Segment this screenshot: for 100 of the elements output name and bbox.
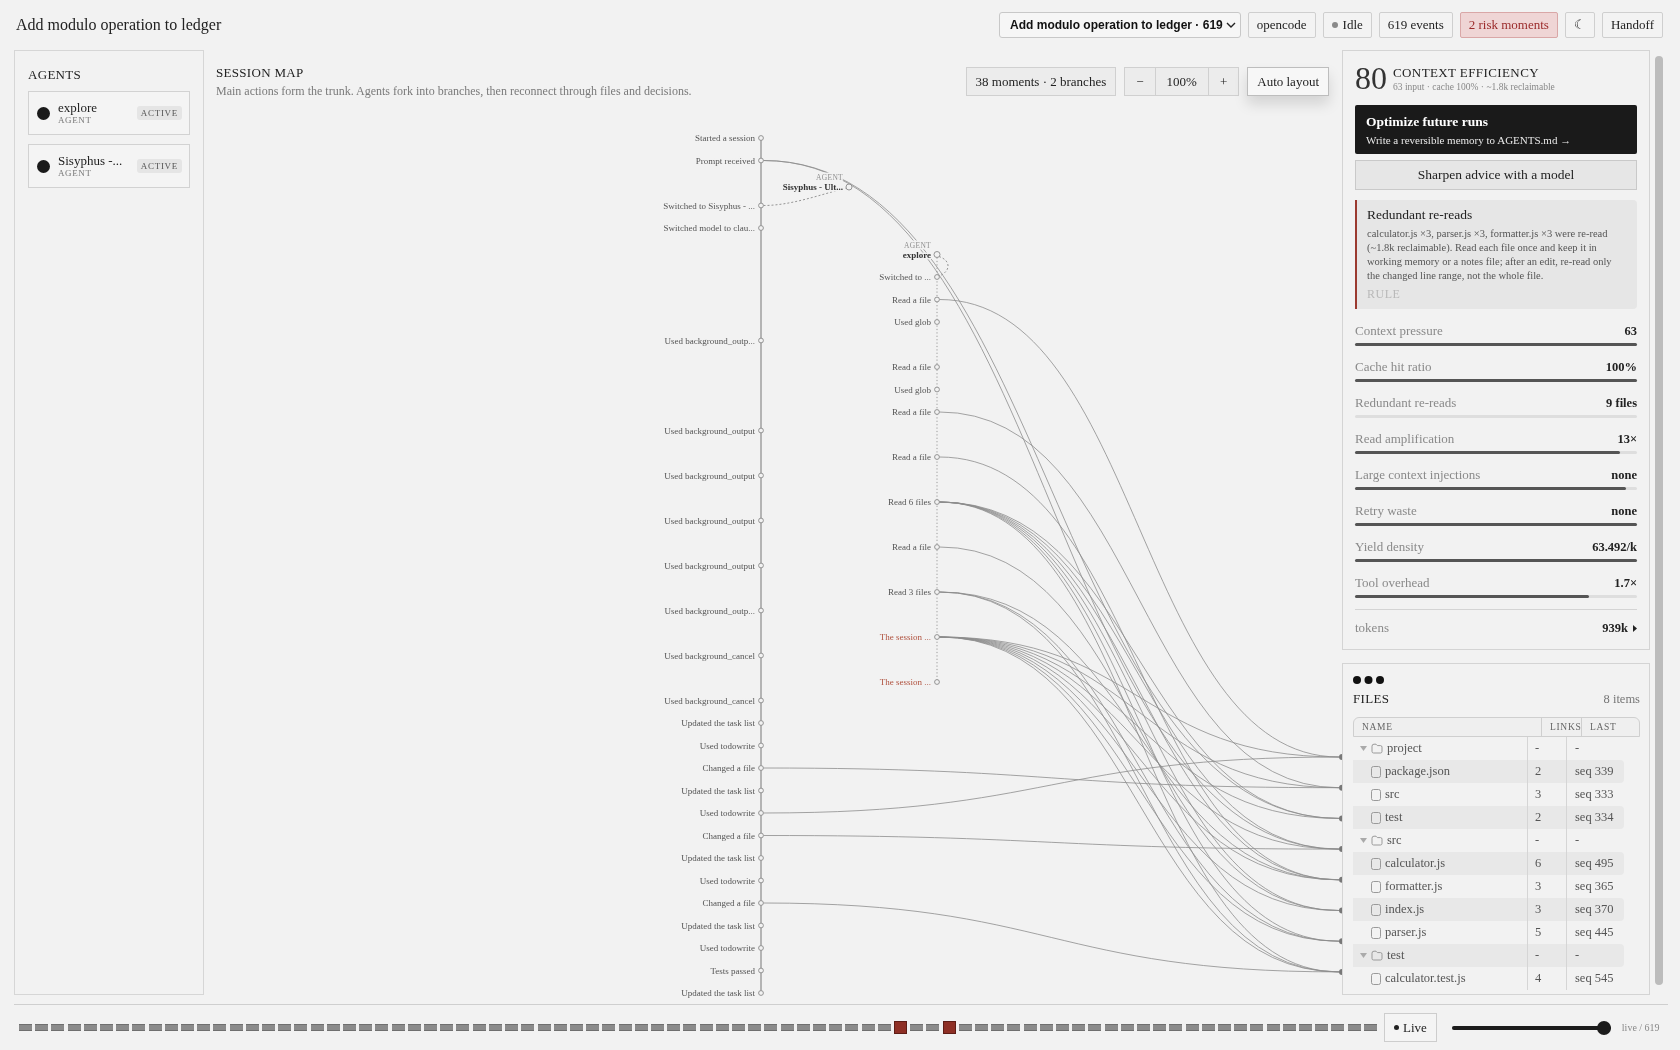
timeline-segment[interactable] [488, 1024, 502, 1031]
node-ring-icon[interactable] [758, 427, 764, 434]
timeline-segment[interactable] [586, 1024, 600, 1031]
timeline-segment[interactable] [1347, 1024, 1361, 1031]
timeline-segment[interactable] [245, 1024, 259, 1031]
timeline-segment[interactable] [1185, 1024, 1199, 1031]
timeline-segment[interactable] [51, 1024, 65, 1031]
session-select[interactable]: Add modulo operation to ledger · 619 [999, 12, 1241, 38]
timeline-segment[interactable] [294, 1024, 308, 1031]
timeline-segment[interactable] [213, 1024, 227, 1031]
toolbar-button[interactable]: ☾ [1564, 12, 1595, 38]
timeline-segment[interactable] [699, 1024, 713, 1031]
timeline-segment[interactable] [310, 1024, 324, 1031]
link-port-icon[interactable] [1339, 876, 1342, 883]
timeline-segment[interactable] [602, 1024, 616, 1031]
timeline-segment[interactable] [116, 1024, 130, 1031]
node-ring-icon[interactable] [758, 855, 764, 861]
file-name[interactable]: parser.js [1385, 925, 1427, 940]
timeline-segment[interactable] [845, 1024, 859, 1031]
timeline-segment[interactable] [1201, 1024, 1215, 1031]
link-port-icon[interactable] [1339, 968, 1342, 975]
link-port-icon[interactable] [1339, 938, 1342, 945]
timeline-segment[interactable] [35, 1024, 49, 1031]
timeline-segment[interactable] [1363, 1024, 1377, 1031]
timeline-segment[interactable] [1250, 1024, 1264, 1031]
timeline-segment[interactable] [861, 1024, 875, 1031]
file-name[interactable]: package.json [1385, 764, 1450, 779]
slider-thumb[interactable] [1596, 1020, 1611, 1035]
node-ring-icon[interactable] [758, 967, 764, 974]
caret-right-icon[interactable] [1633, 624, 1637, 632]
timeline-segment[interactable] [1331, 1024, 1345, 1031]
timeline-segment[interactable] [553, 1024, 567, 1031]
more-dots-icon[interactable] [1353, 676, 1384, 684]
agent-card[interactable]: Sisyphus -... AGENT ACTIVE [28, 144, 190, 188]
timeline-segment[interactable] [958, 1024, 972, 1031]
timeline-segment[interactable] [650, 1024, 664, 1031]
risk-moment-marker[interactable] [942, 1021, 956, 1034]
timeline-segment[interactable] [407, 1024, 421, 1031]
timeline-segment[interactable] [424, 1024, 438, 1031]
timeline-segment[interactable] [1153, 1024, 1167, 1031]
sharpen-advice-button[interactable]: Sharpen advice with a model [1355, 160, 1637, 190]
zoom-in-button[interactable]: + [1208, 67, 1240, 96]
timeline-segment[interactable] [1072, 1024, 1086, 1031]
toolbar-button[interactable]: 619 events [1378, 12, 1453, 38]
column-header[interactable]: LAST [1590, 722, 1617, 732]
node-ring-icon[interactable] [933, 251, 941, 258]
node-ring-icon[interactable] [758, 945, 764, 951]
node-ring-icon[interactable] [845, 183, 853, 191]
timeline-segment[interactable] [505, 1024, 519, 1031]
timeline-segment[interactable] [181, 1024, 195, 1031]
timeline-segment[interactable] [472, 1024, 486, 1031]
timeline-segment[interactable] [148, 1024, 162, 1031]
node-ring-icon[interactable] [758, 652, 764, 659]
node-ring-icon[interactable] [758, 202, 764, 209]
node-ring-icon[interactable] [758, 607, 764, 614]
node-ring-icon[interactable] [758, 990, 764, 996]
timeline-segment[interactable] [391, 1024, 405, 1031]
timeline-segment[interactable] [83, 1024, 97, 1031]
node-ring-icon[interactable] [758, 787, 764, 794]
file-name[interactable]: calculator.test.js [1385, 971, 1466, 986]
timeline-segment[interactable] [829, 1024, 843, 1031]
timeline-segment[interactable] [456, 1024, 470, 1031]
link-port-icon[interactable] [1339, 815, 1342, 822]
node-ring-icon[interactable] [758, 922, 764, 929]
node-ring-icon[interactable] [758, 517, 764, 524]
column-header[interactable]: LINKS [1550, 722, 1582, 732]
node-ring-icon[interactable] [758, 337, 764, 344]
file-name[interactable]: test [1387, 948, 1405, 963]
scrollbar[interactable] [1655, 56, 1663, 985]
timeline-segment[interactable] [164, 1024, 178, 1031]
timeline-segment[interactable] [1169, 1024, 1183, 1031]
node-ring-icon[interactable] [758, 697, 764, 704]
timeline-segment[interactable] [715, 1024, 729, 1031]
timeline-segment[interactable] [1120, 1024, 1134, 1031]
timeline-segment[interactable] [780, 1024, 794, 1031]
node-ring-icon[interactable] [934, 319, 940, 325]
node-ring-icon[interactable] [934, 364, 940, 370]
node-ring-icon[interactable] [758, 765, 764, 771]
node-ring-icon[interactable] [934, 589, 940, 595]
timeline-segment[interactable] [1299, 1024, 1313, 1031]
node-ring-icon[interactable] [758, 742, 764, 749]
node-ring-icon[interactable] [758, 472, 764, 479]
file-name[interactable]: index.js [1385, 902, 1425, 917]
timeline-segment[interactable] [359, 1024, 373, 1031]
timeline-segment[interactable] [991, 1024, 1005, 1031]
file-name[interactable]: test [1385, 810, 1403, 825]
node-ring-icon[interactable] [758, 135, 764, 141]
node-ring-icon[interactable] [758, 225, 764, 231]
timeline-segment[interactable] [1104, 1024, 1118, 1031]
timeline-segment[interactable] [569, 1024, 583, 1031]
timeline-segment[interactable] [1266, 1024, 1280, 1031]
timeline-segment[interactable] [1218, 1024, 1232, 1031]
file-name[interactable]: formatter.js [1385, 879, 1443, 894]
timeline-segment[interactable] [262, 1024, 276, 1031]
timeline-segment[interactable] [440, 1024, 454, 1031]
node-ring-icon[interactable] [934, 679, 940, 685]
node-ring-icon[interactable] [934, 544, 940, 550]
timeline-segment[interactable] [326, 1024, 340, 1031]
timeline-segment[interactable] [537, 1024, 551, 1031]
timeline-segment[interactable] [764, 1024, 778, 1031]
